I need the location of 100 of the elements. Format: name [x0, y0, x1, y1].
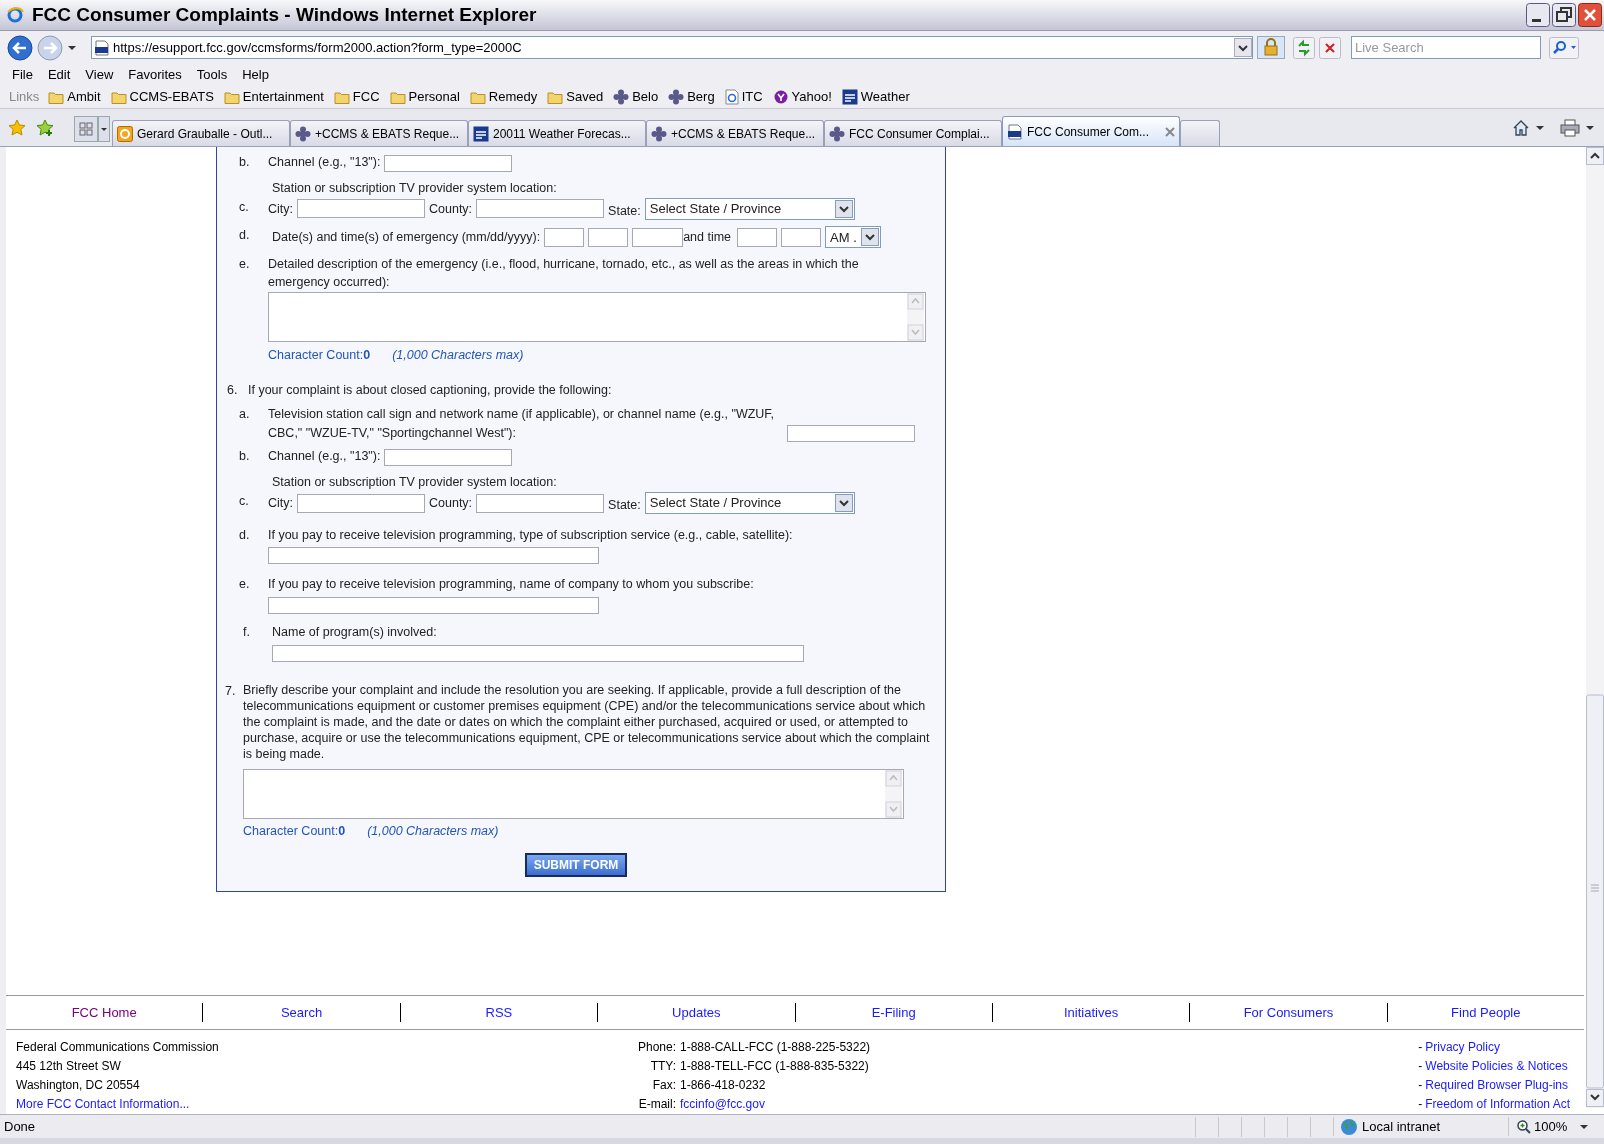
link-bar-item[interactable]: Personal	[389, 87, 460, 107]
field-label: State:	[608, 496, 641, 514]
close-icon[interactable]	[1578, 3, 1602, 27]
text-field[interactable]	[268, 547, 599, 565]
search-field[interactable]: Live Search	[1351, 36, 1541, 59]
dropdown-icon[interactable]	[1234, 38, 1252, 57]
link-bar-item[interactable]: Remedy	[469, 87, 538, 107]
dropdown-icon[interactable]	[1586, 124, 1594, 131]
tab[interactable]: 20011 Weather Forecas...	[468, 120, 646, 146]
menu-item[interactable]: Edit	[47, 65, 71, 85]
text-field[interactable]	[384, 154, 513, 172]
text-area[interactable]	[268, 292, 926, 343]
text-field[interactable]	[297, 493, 425, 513]
dropdown-icon[interactable]	[1580, 1123, 1589, 1130]
footer-link[interactable]: FCC Home	[71, 1002, 137, 1023]
link-bar-item[interactable]: Berg	[668, 87, 715, 107]
home-icon[interactable]	[1512, 118, 1530, 137]
field-label: County:	[429, 494, 473, 512]
menu-item[interactable]: File	[12, 65, 33, 85]
tab[interactable]: Gerard Grauballe - Outl...	[112, 120, 290, 146]
policy-link[interactable]: Website Policies & Notices	[1425, 1057, 1568, 1076]
contact-label: Phone:	[636, 1039, 676, 1056]
text-field[interactable]	[272, 644, 804, 662]
question-text: If your complaint is about closed captioning, provide the following:	[248, 382, 612, 399]
tab[interactable]: +CCMS & EBATS Reque...	[646, 120, 824, 146]
stop-icon[interactable]	[1319, 36, 1341, 59]
dropdown-icon[interactable]	[834, 199, 853, 218]
text-field[interactable]	[297, 199, 425, 219]
item-letter: a.	[239, 405, 251, 423]
item-letter: d.	[239, 227, 251, 245]
dropdown-icon[interactable]	[67, 43, 77, 52]
text-field[interactable]	[544, 227, 585, 247]
text-field[interactable]	[476, 493, 605, 513]
link-bar-item[interactable]: Belo	[613, 87, 659, 107]
dropdown-icon[interactable]	[1536, 124, 1544, 131]
menu-item[interactable]: Favorites	[128, 65, 182, 85]
footer-link[interactable]: Updates	[672, 1002, 721, 1023]
dropdown-icon[interactable]	[861, 228, 880, 247]
close-tab-icon[interactable]	[1165, 126, 1175, 137]
menu-item[interactable]: View	[85, 65, 114, 85]
link-bar-item[interactable]: Saved	[547, 87, 604, 107]
link-bar-item[interactable]: CCMS-EBATS	[110, 87, 214, 107]
star-icon[interactable]	[8, 118, 26, 137]
footer-link[interactable]: Initiatives	[1063, 1002, 1119, 1023]
printer-icon[interactable]	[1560, 118, 1580, 137]
item-letter: c.	[239, 492, 250, 510]
tab[interactable]: FCC Consumer Com...	[1002, 116, 1180, 146]
link-bar-item[interactable]: FCC	[333, 87, 380, 107]
text-field[interactable]	[632, 227, 684, 247]
text-field[interactable]	[588, 227, 629, 247]
footer-link[interactable]: RSS	[485, 1002, 513, 1023]
text-field[interactable]	[476, 199, 605, 219]
zoom-control[interactable]: 100%	[1508, 1116, 1598, 1137]
add-favorite-icon[interactable]	[36, 118, 54, 137]
text-field[interactable]	[268, 597, 599, 614]
tab[interactable]: FCC Consumer Complai...	[824, 120, 1002, 146]
state-select[interactable]: Select State / Province	[644, 197, 855, 220]
link-bar-item[interactable]: ITC	[724, 87, 763, 107]
folder-icon	[333, 90, 350, 104]
text-field[interactable]	[737, 227, 778, 247]
text-field[interactable]	[384, 449, 513, 466]
restore-icon[interactable]	[1552, 3, 1576, 27]
footer-link[interactable]: Search	[280, 1002, 323, 1023]
link-bar-item[interactable]: Ambit	[48, 87, 101, 107]
text-field[interactable]	[781, 227, 822, 247]
new-tab-button[interactable]	[1180, 120, 1220, 146]
search-icon[interactable]	[1549, 36, 1579, 59]
address-line: 445 12th Street SW	[16, 1058, 122, 1075]
address-field[interactable]: https://esupport.fcc.gov/ccmsforms/form2000.action?form_type=2000C	[91, 36, 1253, 59]
policy-link[interactable]: Freedom of Information Act	[1425, 1095, 1570, 1114]
footer-link[interactable]: For Consumers	[1243, 1002, 1334, 1023]
menu-item[interactable]: Tools	[196, 65, 228, 85]
footer-link[interactable]: Find People	[1451, 1002, 1521, 1023]
contact-link[interactable]: More FCC Contact Information...	[16, 1095, 190, 1114]
page-scrollbar[interactable]	[1586, 147, 1604, 1108]
policy-link[interactable]: Privacy Policy	[1425, 1038, 1500, 1057]
tab[interactable]: +CCMS & EBATS Reque...	[290, 120, 468, 146]
text-field[interactable]	[787, 425, 915, 443]
refresh-icon[interactable]	[1293, 36, 1315, 59]
text-area[interactable]	[243, 768, 904, 819]
dropdown-icon[interactable]	[834, 494, 853, 513]
flower-icon	[668, 89, 685, 105]
menu-item[interactable]: Help	[242, 65, 269, 85]
folder-icon	[469, 90, 486, 104]
state-select[interactable]: Select State / Province	[644, 492, 855, 515]
field-label: Television station call sign and network name (if applicable), or channel name (e.g., "WZUF, CBC," "WZUE-TV," "Sportingchannel West"):	[268, 405, 776, 442]
back-icon[interactable]	[7, 34, 33, 61]
contact-value: 1-866-418-0232	[680, 1077, 766, 1094]
policy-link[interactable]: Required Browser Plug-ins	[1425, 1076, 1568, 1095]
link-bar-item[interactable]: Entertainment	[223, 87, 324, 107]
folder-icon	[223, 90, 240, 104]
link-bar-item[interactable]: Yahoo!	[772, 87, 832, 107]
footer-link[interactable]: E-Filing	[871, 1002, 916, 1023]
page-icon	[1007, 123, 1023, 140]
quick-tabs-icon[interactable]	[74, 116, 110, 142]
field-label: Name of program(s) involved:	[272, 624, 438, 641]
email-link[interactable]: fccinfo@fcc.gov	[680, 1095, 765, 1114]
am-pm-select[interactable]: AM .	[825, 226, 882, 249]
link-bar-item[interactable]: Weather	[841, 87, 910, 107]
minimize-icon[interactable]	[1526, 3, 1550, 27]
